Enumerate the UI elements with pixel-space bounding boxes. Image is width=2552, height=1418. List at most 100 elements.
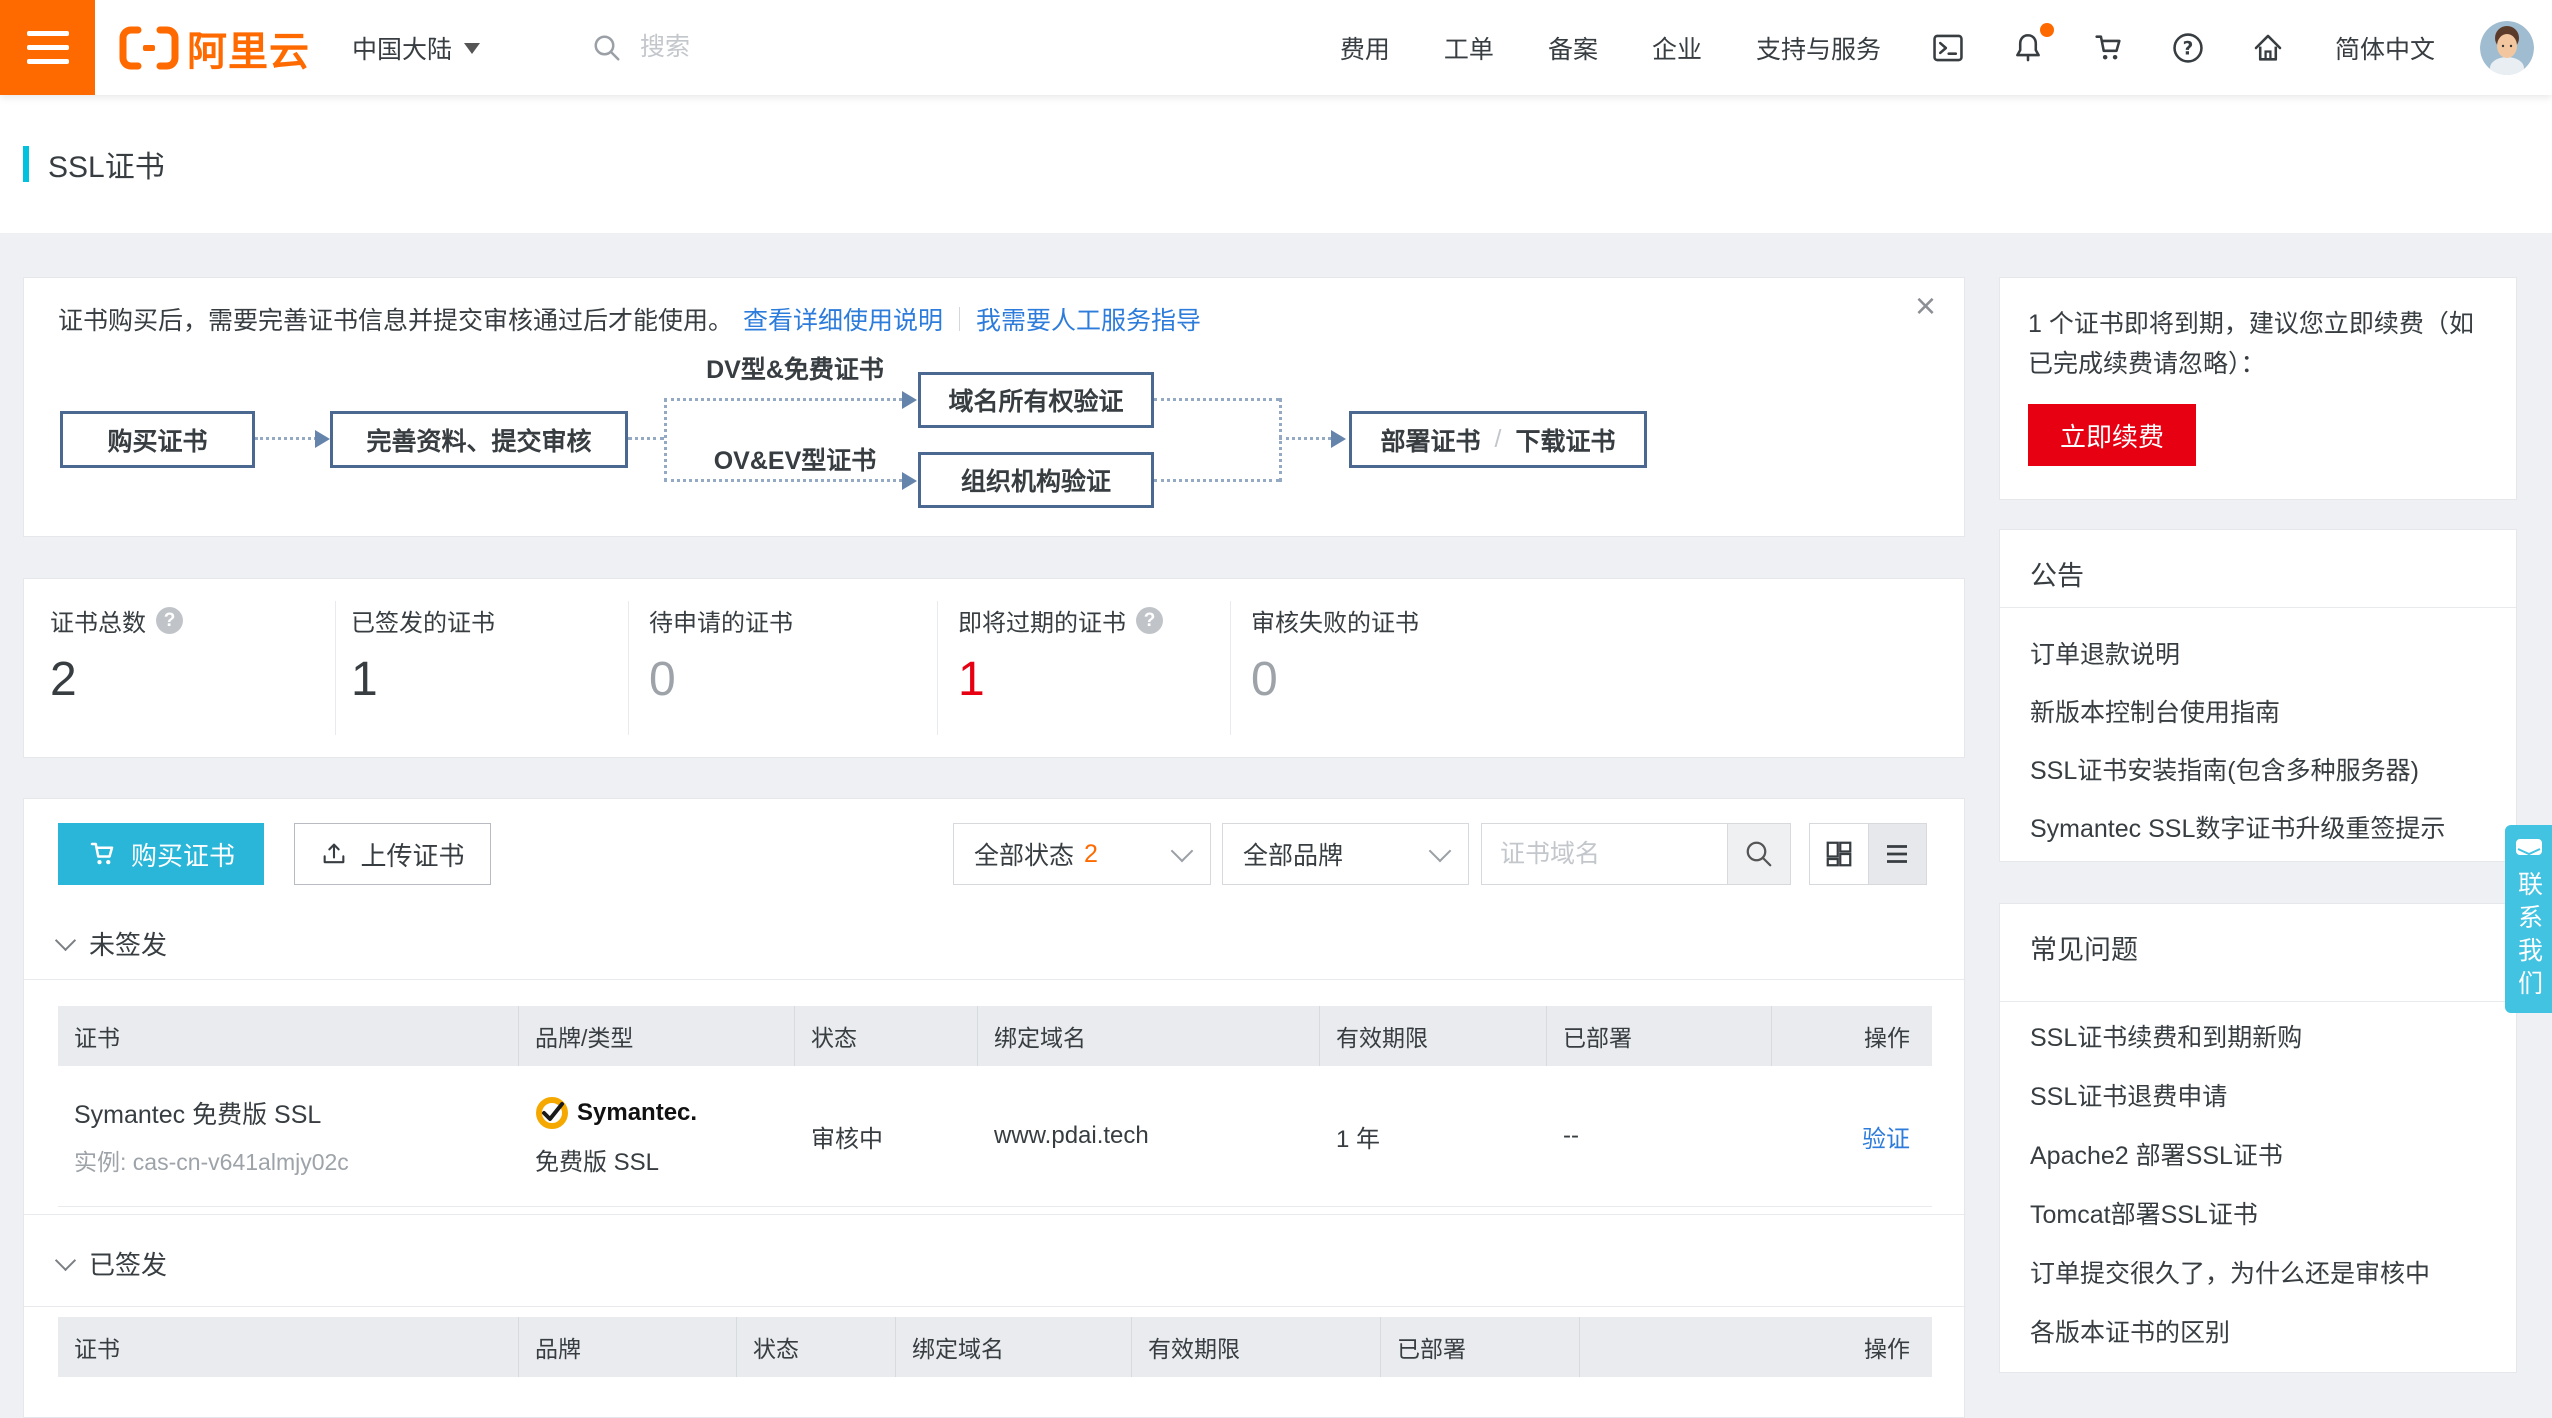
- contact-us-tab[interactable]: 联系我们: [2505, 825, 2552, 1013]
- help-icon[interactable]: ?: [1136, 607, 1163, 634]
- domain-search-input[interactable]: [1482, 824, 1727, 884]
- notification-badge: [2040, 23, 2054, 37]
- nav-item-tickets[interactable]: 工单: [1417, 30, 1521, 66]
- symantec-logo-text: Symantec.: [577, 1099, 697, 1127]
- domain-search-button[interactable]: [1727, 824, 1790, 884]
- aliyun-logo[interactable]: 阿里云: [119, 19, 310, 77]
- region-label: 中国大陆: [352, 30, 452, 66]
- verify-link[interactable]: 验证: [1862, 1119, 1932, 1154]
- announcement-link[interactable]: SSL证书安装指南(包含多种服务器): [2030, 740, 2496, 798]
- stat-label: 已签发的证书: [351, 603, 495, 638]
- upload-icon: [320, 840, 348, 868]
- brand-filter-dropdown[interactable]: 全部品牌: [1222, 823, 1469, 885]
- search-icon: [1744, 839, 1774, 869]
- notifications-bell-icon[interactable]: [1988, 31, 2068, 65]
- actions-cell: 验证: [1772, 1066, 1932, 1206]
- aliyun-logo-icon: [119, 25, 179, 71]
- faq-link[interactable]: SSL证书退费申请: [2030, 1065, 2496, 1124]
- col-deployed: 已部署: [1381, 1317, 1580, 1377]
- close-icon[interactable]: ×: [1915, 288, 1936, 324]
- nav-item-enterprise[interactable]: 企业: [1625, 30, 1729, 66]
- upload-certificate-button[interactable]: 上传证书: [294, 823, 491, 885]
- flow-arrowhead: [902, 472, 917, 490]
- language-selector[interactable]: 简体中文: [2308, 30, 2462, 66]
- flow-arrow: [255, 437, 317, 440]
- flow-verify-domain: 域名所有权验证: [918, 372, 1154, 428]
- faq-link[interactable]: SSL证书续费和到期新购: [2030, 1006, 2496, 1065]
- stat-label: 待申请的证书: [649, 603, 793, 638]
- link-divider: [959, 307, 960, 331]
- usage-notice-banner: 证书购买后，需要完善证书信息并提交审核通过后才能使用。 查看详细使用说明 我需要…: [23, 277, 1965, 537]
- notice-text: 证书购买后，需要完善证书信息并提交审核通过后才能使用。: [58, 301, 733, 337]
- faq-link[interactable]: 各版本证书的区别: [2030, 1301, 2496, 1360]
- flow-arrow: [1279, 398, 1282, 482]
- deployed-cell: --: [1547, 1066, 1772, 1206]
- view-toggle: [1809, 823, 1927, 885]
- stat-value: 1: [351, 652, 495, 707]
- user-avatar[interactable]: [2480, 21, 2534, 75]
- human-service-link[interactable]: 我需要人工服务指导: [976, 301, 1201, 337]
- brand-type: 免费版 SSL: [535, 1142, 659, 1177]
- home-icon[interactable]: [2228, 31, 2308, 65]
- status-filter-count: 2: [1084, 840, 1098, 869]
- announcement-link[interactable]: 订单退款说明: [2030, 624, 2496, 682]
- stat-total: 证书总数? 2: [50, 603, 183, 707]
- flow-step-submit: 完善资料、提交审核: [330, 411, 628, 468]
- buy-button-label: 购买证书: [131, 836, 235, 873]
- buy-certificate-button[interactable]: 购买证书: [58, 823, 264, 885]
- certificate-list-card: 购买证书 上传证书 全部状态 2 全部品牌 未签发 证书 品牌/类型: [23, 798, 1965, 1418]
- help-icon[interactable]: ?: [2148, 31, 2228, 65]
- region-selector[interactable]: 中国大陆: [352, 30, 480, 66]
- section-unsigned-title: 未签发: [89, 925, 167, 962]
- flow-arrow: [628, 437, 664, 440]
- col-validity: 有效期限: [1132, 1317, 1381, 1377]
- col-domain: 绑定域名: [978, 1006, 1320, 1066]
- col-domain: 绑定域名: [896, 1317, 1132, 1377]
- top-navbar: 阿里云 中国大陆 费用 工单 备案 企业 支持与服务 ? 简体中文: [0, 0, 2552, 95]
- chevron-down-icon: [1429, 840, 1452, 863]
- faq-link[interactable]: Tomcat部署SSL证书: [2030, 1183, 2496, 1242]
- search-input[interactable]: [638, 32, 862, 63]
- section-signed-header[interactable]: 已签发: [58, 1245, 167, 1282]
- navbar-right: 费用 工单 备案 企业 支持与服务 ? 简体中文: [1313, 21, 2552, 75]
- help-icon[interactable]: ?: [156, 607, 183, 634]
- stat-failed: 审核失败的证书 0: [1251, 603, 1419, 707]
- announcements-title: 公告: [2030, 554, 2084, 593]
- flow-arrow: [1154, 479, 1279, 482]
- cart-icon[interactable]: [2068, 31, 2148, 65]
- signed-table: 证书 品牌 状态 绑定域名 有效期限 已部署 操作: [58, 1317, 1932, 1377]
- status-filter-dropdown[interactable]: 全部状态 2: [953, 823, 1211, 885]
- chat-icon: [2514, 839, 2544, 861]
- nav-item-billing[interactable]: 费用: [1313, 30, 1417, 66]
- flow-arrow: [664, 398, 667, 482]
- announcement-link[interactable]: Symantec SSL数字证书升级重签提示: [2030, 798, 2496, 856]
- faq-link[interactable]: 订单提交很久了，为什么还是审核中: [2030, 1242, 2496, 1301]
- faq-link[interactable]: Apache2 部署SSL证书: [2030, 1124, 2496, 1183]
- list-view-toggle[interactable]: [1868, 824, 1927, 884]
- flow-arrowhead: [315, 430, 330, 448]
- grid-view-icon: [1824, 839, 1854, 869]
- nav-item-icp[interactable]: 备案: [1521, 30, 1625, 66]
- col-cert: 证书: [58, 1317, 519, 1377]
- certificate-stats: 证书总数? 2 已签发的证书 1 待申请的证书 0 即将过期的证书? 1 审核失…: [23, 578, 1965, 758]
- renew-now-button[interactable]: 立即续费: [2028, 404, 2196, 466]
- flow-download-label: 下载证书: [1515, 422, 1615, 458]
- stat-issued: 已签发的证书 1: [351, 603, 495, 707]
- announcement-link[interactable]: 新版本控制台使用指南: [2030, 682, 2496, 740]
- flow-arrow: [664, 479, 902, 482]
- chevron-down-icon: [1171, 840, 1194, 863]
- page-title-bar: SSL证书: [0, 95, 2552, 233]
- faq-title: 常见问题: [2030, 928, 2138, 967]
- col-actions: 操作: [1772, 1006, 1932, 1066]
- stat-value: 1: [958, 652, 1163, 707]
- card-view-toggle[interactable]: [1810, 824, 1868, 884]
- global-search[interactable]: [592, 32, 862, 63]
- cart-icon: [87, 839, 117, 869]
- hamburger-menu-button[interactable]: [0, 0, 95, 95]
- section-unsigned-header[interactable]: 未签发: [58, 925, 167, 962]
- nav-item-support[interactable]: 支持与服务: [1729, 30, 1908, 66]
- contact-us-label: 联系我们: [2511, 871, 2547, 1003]
- flow-deploy-separator: /: [1495, 425, 1502, 454]
- usage-doc-link[interactable]: 查看详细使用说明: [743, 301, 943, 337]
- cloudshell-icon[interactable]: [1908, 31, 1988, 65]
